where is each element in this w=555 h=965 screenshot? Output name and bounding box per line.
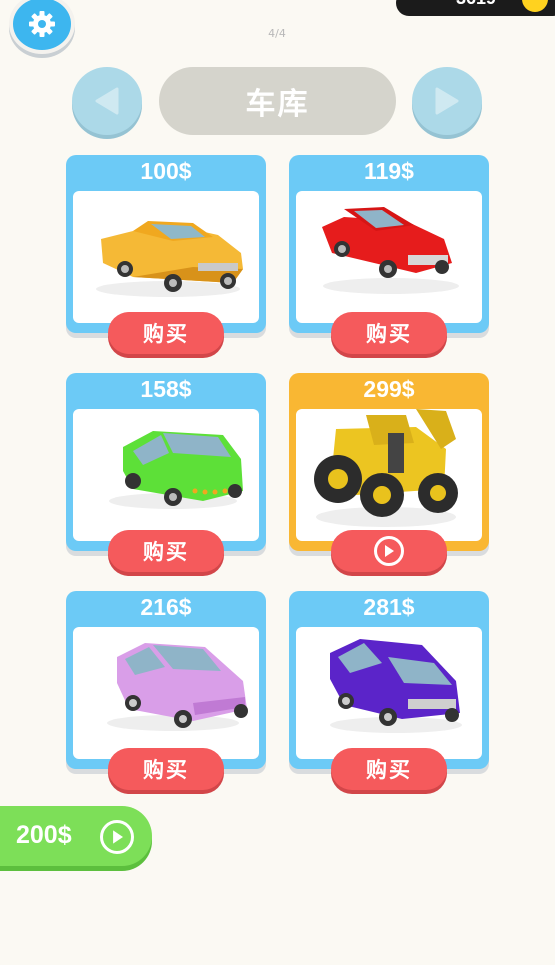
car-preview [73, 409, 259, 541]
car-card-4[interactable]: 299$ [289, 373, 489, 572]
car-price: 119$ [364, 158, 414, 184]
buy-button[interactable]: 购买 [331, 312, 447, 354]
yellow-loader-vehicle-icon [314, 409, 458, 527]
yellow-lowrider-car-icon [96, 221, 243, 297]
car-preview [296, 409, 482, 541]
car-card-3[interactable]: 158$ 购买 [66, 373, 266, 572]
buy-button[interactable]: 购买 [108, 748, 224, 790]
page-title: 车库 [159, 67, 396, 135]
car-card-1[interactable]: 100$ 购买 [66, 155, 266, 354]
car-price: 299$ [363, 376, 415, 402]
green-mini-car-icon [109, 431, 243, 509]
purple-suv-car-icon [107, 643, 248, 731]
settings-button[interactable] [9, 0, 75, 54]
play-video-icon [100, 820, 134, 854]
car-price: 158$ [140, 376, 192, 402]
car-preview [73, 627, 259, 759]
car-price: 100$ [140, 158, 192, 184]
arrow-left-icon [95, 87, 119, 115]
car-card-2[interactable]: 119$ 购买 [289, 155, 489, 354]
car-card-6[interactable]: 281$ 购买 [289, 591, 489, 790]
red-sedan-car-icon [322, 207, 459, 294]
car-preview [296, 191, 482, 323]
buy-button[interactable]: 购买 [108, 312, 224, 354]
watch-video-button[interactable] [331, 530, 447, 572]
car-price: 281$ [363, 594, 415, 620]
reward-amount: 200$ [16, 821, 72, 849]
car-preview [73, 191, 259, 323]
play-video-icon [374, 536, 404, 566]
car-card-5[interactable]: 216$ 购买 [66, 591, 266, 790]
buy-button[interactable]: 购买 [108, 530, 224, 572]
coin-balance: 3619 [396, 0, 555, 16]
arrow-right-icon [435, 87, 459, 115]
coin-amount: 3619 [456, 0, 496, 9]
buy-button[interactable]: 购买 [331, 748, 447, 790]
free-coins-video-button[interactable]: 200$ [0, 806, 152, 866]
purple-van-car-icon [330, 639, 462, 733]
car-price: 216$ [140, 594, 192, 620]
page-indicator: 4/4 [268, 27, 286, 40]
car-preview [296, 627, 482, 759]
coin-icon [522, 0, 548, 12]
next-page-button[interactable] [412, 67, 482, 135]
previous-page-button[interactable] [72, 67, 142, 135]
gear-icon [29, 11, 55, 37]
